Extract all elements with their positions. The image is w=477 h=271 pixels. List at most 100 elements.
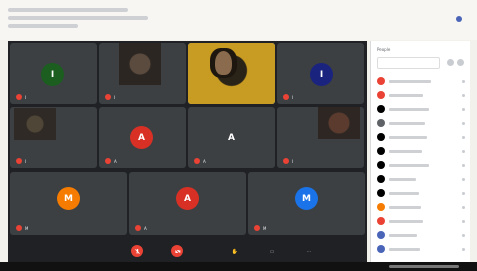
people-list-item[interactable] <box>377 201 465 213</box>
participant-tile[interactable]: I <box>277 107 364 168</box>
people-list-item[interactable] <box>377 173 465 185</box>
more-icon[interactable] <box>462 135 465 139</box>
taskbar <box>0 262 477 271</box>
participant-tile[interactable]: M M <box>10 172 127 235</box>
more-icon[interactable] <box>462 233 465 237</box>
participant-video <box>119 43 161 85</box>
mic-off-icon <box>105 158 111 164</box>
mic-off-icon <box>135 225 141 231</box>
more-icon[interactable] <box>462 107 465 111</box>
avatar <box>377 175 385 183</box>
people-list-item[interactable] <box>377 75 465 87</box>
people-list-item[interactable] <box>377 243 465 255</box>
participant-tile[interactable]: A A <box>129 172 246 235</box>
avatar <box>377 147 385 155</box>
participant-tile[interactable]: I <box>99 43 186 104</box>
avatar <box>377 189 385 197</box>
address-bar[interactable] <box>8 16 148 20</box>
participant-name: I <box>292 158 294 164</box>
participant-name: I <box>292 94 294 100</box>
more-icon[interactable] <box>462 93 465 97</box>
people-list-item[interactable] <box>377 187 465 199</box>
active-speaker-tile[interactable] <box>188 43 275 104</box>
more-icon[interactable] <box>462 219 465 223</box>
hand-raise-button[interactable]: ✋ <box>223 245 247 259</box>
avatar <box>377 161 385 169</box>
more-icon[interactable] <box>462 205 465 209</box>
avatar <box>377 245 385 253</box>
profile-icon[interactable] <box>456 16 462 22</box>
mic-off-icon <box>16 158 22 164</box>
mic-toggle-button[interactable] <box>131 245 143 257</box>
people-list-item[interactable] <box>377 131 465 143</box>
system-tray[interactable] <box>389 265 459 268</box>
more-icon[interactable] <box>462 247 465 251</box>
present-button[interactable]: ▭ <box>260 245 284 259</box>
person-name <box>389 93 423 97</box>
mic-off-icon <box>105 94 111 100</box>
participant-tile[interactable]: I I <box>10 43 97 104</box>
browser-chrome <box>0 0 477 40</box>
people-list-item[interactable] <box>377 145 465 157</box>
more-icon[interactable] <box>462 191 465 195</box>
more-icon[interactable] <box>462 79 465 83</box>
more-icon[interactable] <box>462 121 465 125</box>
avatar: A <box>220 126 243 149</box>
participant-name: A <box>203 158 206 164</box>
person-name <box>389 177 416 181</box>
participant-name-row: A <box>135 225 147 231</box>
person-name <box>389 247 420 251</box>
person-name <box>389 135 427 139</box>
person-name <box>389 121 425 125</box>
more-icon[interactable] <box>462 149 465 153</box>
person-name <box>389 163 429 167</box>
bookmarks-bar <box>8 24 78 28</box>
more-icon[interactable] <box>462 163 465 167</box>
hand-icon: ✋ <box>231 249 239 255</box>
people-list-item[interactable] <box>377 117 465 129</box>
settings-icon[interactable] <box>457 59 464 66</box>
more-options-button[interactable]: ⋯ <box>297 245 321 259</box>
person-name <box>389 219 423 223</box>
more-icon[interactable] <box>462 177 465 181</box>
avatar <box>377 77 385 85</box>
people-list-item[interactable] <box>377 103 465 115</box>
video-off-icon <box>174 248 180 254</box>
add-person-icon[interactable] <box>447 59 454 66</box>
participant-tile[interactable]: A A <box>188 107 275 168</box>
camera-toggle-button[interactable] <box>171 245 183 257</box>
participant-name: M <box>263 225 267 231</box>
participant-tile[interactable]: A A <box>99 107 186 168</box>
more-icon: ⋯ <box>306 249 312 255</box>
people-search-input[interactable] <box>377 57 440 69</box>
present-icon: ▭ <box>269 249 275 255</box>
participant-name-row: M <box>16 225 28 231</box>
participant-name-row: I <box>16 94 26 100</box>
people-list-item[interactable] <box>377 89 465 101</box>
mic-off-icon <box>283 94 289 100</box>
avatar <box>377 231 385 239</box>
participant-tile[interactable]: M M <box>248 172 365 235</box>
participant-name: I <box>25 158 27 164</box>
avatar <box>377 91 385 99</box>
browser-tab-strip[interactable] <box>8 8 128 12</box>
avatar <box>377 105 385 113</box>
people-list-item[interactable] <box>377 215 465 227</box>
people-list-item[interactable] <box>377 229 465 241</box>
person-name <box>389 233 417 237</box>
participant-name: A <box>114 158 117 164</box>
participant-face <box>215 51 232 75</box>
participant-name: I <box>114 94 116 100</box>
meeting-stage: I I I I I I A A A A I M M A A M M <box>8 41 367 262</box>
participant-tile[interactable]: I <box>10 107 97 168</box>
avatar: M <box>57 187 80 210</box>
participant-name-row: A <box>105 158 117 164</box>
participant-tile[interactable]: I I <box>277 43 364 104</box>
people-list-item[interactable] <box>377 159 465 171</box>
avatar: A <box>130 126 153 149</box>
avatar <box>377 133 385 141</box>
participant-name-row: I <box>16 158 26 164</box>
avatar <box>377 203 385 211</box>
participant-name: I <box>25 94 27 100</box>
avatar: I <box>310 63 333 86</box>
